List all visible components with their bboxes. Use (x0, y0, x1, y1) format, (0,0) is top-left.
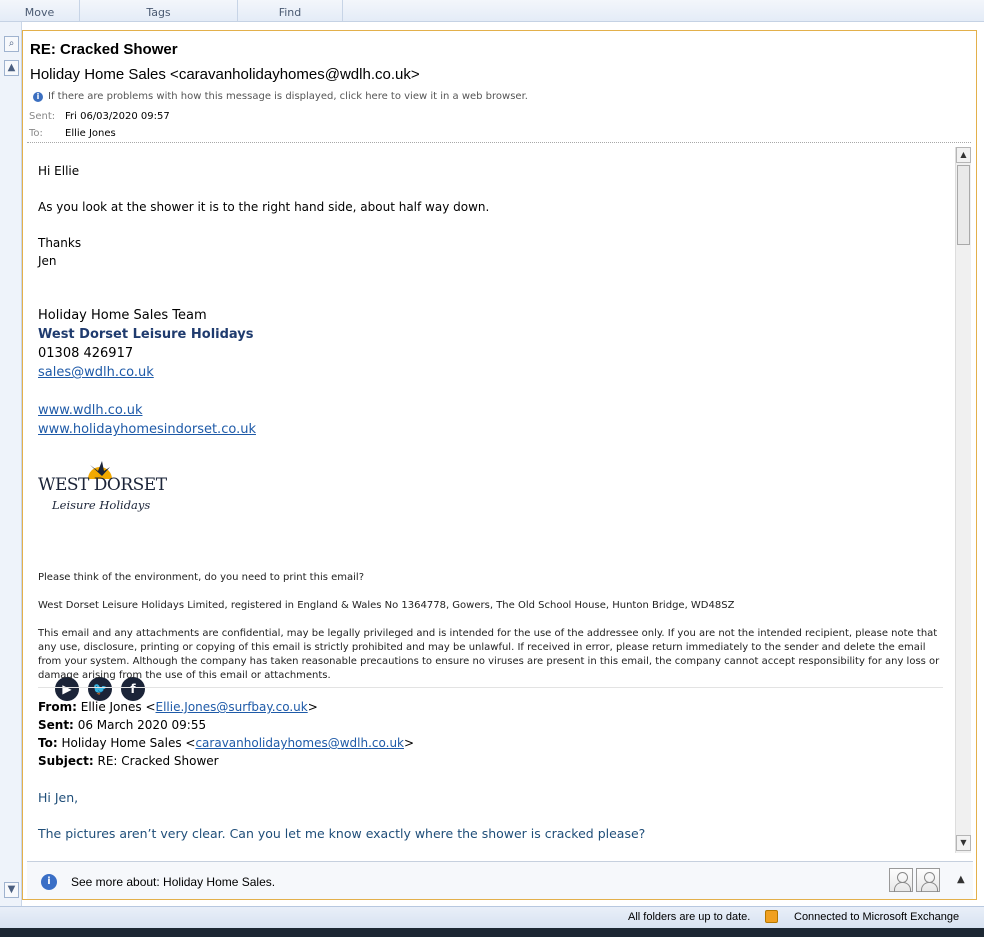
scroll-up-icon[interactable]: ▲ (4, 60, 19, 76)
quoted-to-close: > (404, 736, 415, 750)
signature-email-link[interactable]: sales@wdlh.co.uk (38, 365, 154, 380)
message-body: Hi Ellie As you look at the shower it is… (28, 147, 956, 855)
people-pane-text[interactable]: See more about: Holiday Home Sales. (71, 875, 275, 889)
info-bar-text[interactable]: If there are problems with how this mess… (48, 91, 528, 102)
info-icon: i (41, 874, 57, 890)
body-greeting: Hi Ellie (38, 164, 80, 178)
taskbar (0, 928, 984, 937)
scroll-down-icon[interactable]: ▼ (4, 882, 19, 898)
to-value[interactable]: Ellie Jones (65, 128, 116, 139)
quoted-from-email-link[interactable]: Ellie.Jones@surfbay.co.uk (156, 700, 308, 714)
quoted-to-label: To: (38, 736, 58, 750)
quoted-from-close: > (307, 700, 318, 714)
status-connection[interactable]: Connected to Microsoft Exchange (794, 911, 959, 923)
scroll-thumb[interactable] (957, 165, 970, 245)
message-subject: RE: Cracked Shower (30, 41, 178, 58)
quoted-from-label: From: (38, 700, 77, 714)
to-row: To: Ellie Jones (29, 128, 116, 139)
scroll-up-arrow-icon[interactable]: ▲ (956, 147, 971, 163)
quoted-body-line: The pictures aren’t very clear. Can you … (38, 826, 646, 841)
scroll-down-arrow-icon[interactable]: ▼ (956, 835, 971, 851)
header-divider (27, 142, 971, 143)
sent-row: Sent: Fri 06/03/2020 09:57 (29, 111, 170, 122)
quoted-subject-label: Subject: (38, 754, 94, 768)
ribbon-group-tags[interactable]: Tags (80, 0, 238, 21)
company-registration: West Dorset Leisure Holidays Limited, re… (38, 600, 735, 611)
to-label: To: (29, 128, 43, 139)
quote-divider (38, 687, 943, 688)
expand-chevron-up-icon[interactable]: ▲ (957, 874, 965, 885)
sent-value: Fri 06/03/2020 09:57 (65, 111, 170, 122)
legal-disclaimer: This email and any attachments are confi… (38, 628, 940, 681)
quoted-to-row: To: Holiday Home Sales <caravanholidayho… (38, 736, 414, 750)
quoted-from-row: From: Ellie Jones <Ellie.Jones@surfbay.c… (38, 700, 318, 714)
reading-pane: RE: Cracked Shower Holiday Home Sales <c… (22, 30, 977, 900)
people-pane: i See more about: Holiday Home Sales. ▲ (27, 861, 973, 899)
signature-phone: 01308 426917 (38, 346, 134, 361)
quoted-subject-value: RE: Cracked Shower (97, 754, 219, 768)
quoted-subject-row: Subject: RE: Cracked Shower (38, 754, 219, 768)
message-scrollbar[interactable]: ▲ ▼ (955, 147, 971, 853)
quoted-sent-value: 06 March 2020 09:55 (77, 718, 207, 732)
logo-text: WEST DORSET (38, 475, 167, 495)
ribbon-group-move[interactable]: Move (0, 0, 80, 21)
sent-label: Sent: (29, 111, 56, 122)
body-line: As you look at the shower it is to the r… (38, 200, 490, 214)
ribbon: Move Tags Find (0, 0, 984, 22)
website-link-2[interactable]: www.holidayhomesindorset.co.uk (38, 422, 256, 437)
signature-company: West Dorset Leisure Holidays (38, 327, 254, 342)
quoted-from-name: Ellie Jones < (80, 700, 156, 714)
contact-avatar-icon[interactable] (889, 868, 913, 892)
message-sender[interactable]: Holiday Home Sales <caravanholidayhomes@… (30, 66, 420, 83)
info-bar[interactable]: i If there are problems with how this me… (33, 91, 528, 102)
logo-subtext: Leisure Holidays (52, 498, 151, 512)
quoted-greeting: Hi Jen, (38, 790, 79, 805)
quoted-to-email-link[interactable]: caravanholidayhomes@wdlh.co.uk (195, 736, 404, 750)
quoted-to-name: Holiday Home Sales < (61, 736, 196, 750)
quoted-sent-label: Sent: (38, 718, 74, 732)
body-thanks: Thanks (38, 236, 82, 250)
info-icon: i (33, 91, 43, 102)
exchange-connection-icon (765, 910, 778, 923)
signature-team: Holiday Home Sales Team (38, 308, 207, 323)
folder-pane-collapsed: ⌕ ▲ ▼ (0, 22, 22, 906)
quoted-sent-row: Sent: 06 March 2020 09:55 (38, 718, 206, 732)
status-bar: All folders are up to date. Connected to… (0, 906, 984, 928)
company-logo: WEST DORSET Leisure Holidays (38, 449, 168, 523)
status-folders: All folders are up to date. (628, 911, 751, 923)
ribbon-group-find[interactable]: Find (238, 0, 343, 21)
body-name: Jen (38, 254, 57, 268)
website-link[interactable]: www.wdlh.co.uk (38, 403, 142, 418)
message-header: RE: Cracked Shower Holiday Home Sales <c… (23, 31, 976, 143)
contact-avatar-icon-2[interactable] (916, 868, 940, 892)
environment-note: Please think of the environment, do you … (38, 572, 364, 583)
search-icon[interactable]: ⌕ (4, 36, 19, 52)
